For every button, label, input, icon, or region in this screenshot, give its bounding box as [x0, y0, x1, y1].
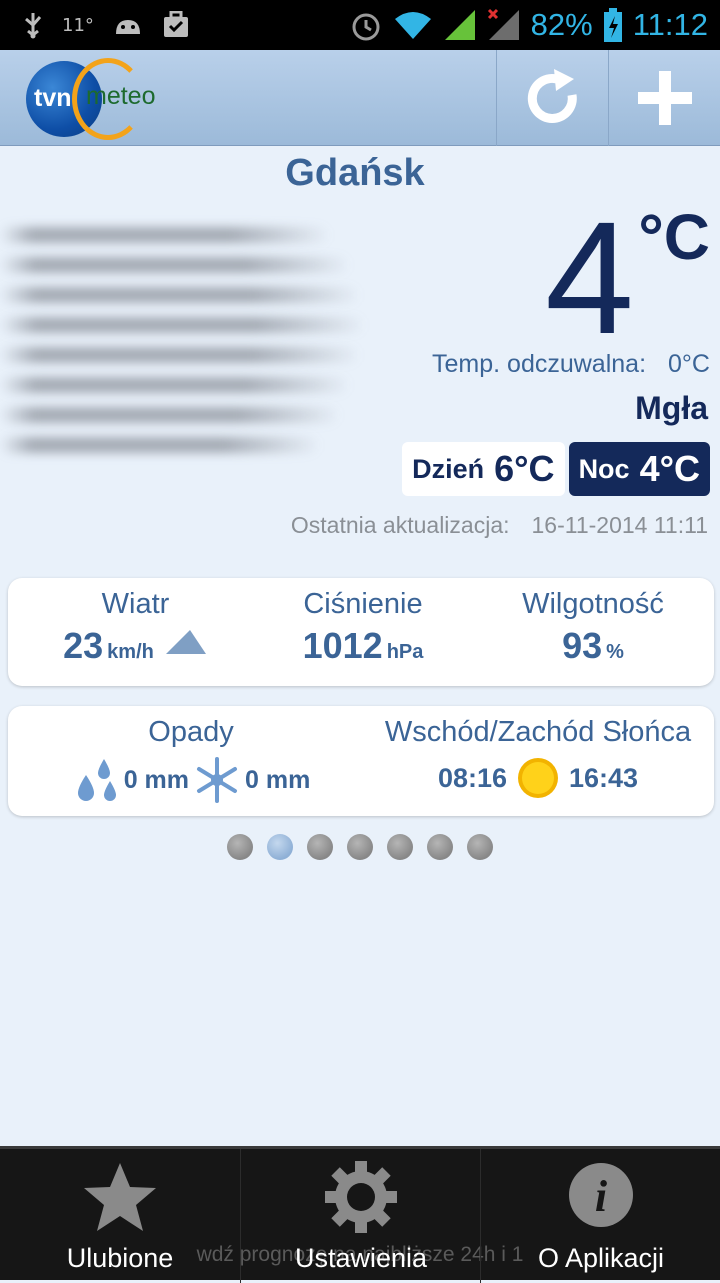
wind-title: Wiatr [101, 588, 170, 620]
signal-x-icon [487, 8, 519, 40]
status-bar: 11° 82% 11:12 [0, 0, 720, 50]
page-indicator [0, 834, 720, 860]
day-night-temps: Dzień 6°C Noc 4°C [402, 442, 710, 496]
battery-charging-icon [603, 8, 622, 42]
humidity-value: 93 [562, 625, 603, 666]
sun-column: Wschód/Zachód Słońca 08:16 16:43 [358, 706, 718, 801]
fog-icon [0, 205, 380, 485]
current-temperature: 4 [545, 188, 634, 367]
day-label: Dzień [412, 453, 485, 484]
pressure-column: Ciśnienie 1012 hPa [248, 578, 478, 667]
temperature-unit: °C [638, 201, 710, 273]
action-bar: tvn meteo [0, 50, 720, 146]
refresh-icon [527, 69, 577, 123]
pressure-value: 1012 [302, 625, 383, 666]
wind-column: Wiatr 23 km/h [8, 578, 263, 667]
snow-icon [197, 757, 237, 803]
day-value: 6°C [494, 448, 555, 489]
weather-condition: Mgła [635, 390, 708, 426]
briefcase-icon [163, 11, 188, 37]
android-icon [115, 20, 140, 34]
sunset-time: 16:43 [569, 762, 639, 793]
settings-button[interactable]: Ustawienia [240, 1149, 480, 1283]
wind-direction-icon [165, 630, 206, 654]
page-dot[interactable] [307, 834, 333, 860]
pressure-value-row: 1012 hPa [248, 625, 478, 667]
star-icon [84, 1163, 156, 1231]
humidity-column: Wilgotność 93 % [478, 578, 708, 667]
precip-title: Opady [148, 716, 234, 748]
favorites-button[interactable]: Ulubione [0, 1149, 240, 1283]
extras-card: Opady 0 mm 0 mm Wschód/Zachód Słońca 08:… [8, 706, 714, 816]
page-dot[interactable] [427, 834, 453, 860]
last-update: Ostatnia aktualizacja: 16-11-2014 11:11 [291, 512, 708, 539]
rain-value: 0 mm [123, 765, 189, 794]
humidity-title: Wilgotność [522, 588, 664, 620]
details-card: Wiatr 23 km/h Ciśnienie 1012 hPa Wilgotn… [8, 578, 714, 686]
clock: 11:12 [632, 7, 708, 42]
usb-icon [25, 13, 42, 39]
add-city-button[interactable] [608, 50, 720, 146]
page-dot[interactable] [227, 834, 253, 860]
sun-icon [518, 758, 558, 798]
feels-like: Temp. odczuwalna: 0°C [432, 350, 710, 379]
last-update-value: 16-11-2014 11:11 [531, 512, 708, 538]
alarm-icon [352, 13, 380, 41]
logo-tvn: tvn [34, 84, 72, 112]
tvn-meteo-logo: tvn meteo [26, 58, 176, 140]
page-dot[interactable] [387, 834, 413, 860]
humidity-unit: % [606, 641, 624, 663]
feels-like-value: 0°C [668, 350, 710, 378]
about-label: O Aplikacji [537, 1243, 665, 1273]
wind-value-row: 23 km/h [8, 625, 263, 667]
last-update-label: Ostatnia aktualizacja: [290, 512, 510, 538]
sun-title: Wschód/Zachód Słońca [384, 716, 692, 748]
sunrise-time: 08:16 [437, 762, 507, 793]
sun-row: 08:16 16:43 [358, 755, 718, 801]
rain-icon [77, 759, 116, 801]
day-temp-box: Dzień 6°C [402, 442, 565, 496]
notification-temp: 11° [62, 14, 94, 36]
refresh-button[interactable] [496, 50, 608, 146]
logo-meteo: meteo [86, 82, 156, 110]
settings-label: Ustawienia [294, 1243, 428, 1273]
page-dot[interactable] [347, 834, 373, 860]
wind-value: 23 [63, 625, 104, 666]
snow-value: 0 mm [245, 765, 311, 794]
svg-text:i: i [595, 1172, 608, 1221]
favorites-label: Ulubione [66, 1243, 174, 1273]
night-temp-box: Noc 4°C [568, 442, 710, 496]
precipitation-column: Opady 0 mm 0 mm [8, 706, 374, 805]
plus-icon [637, 71, 692, 125]
battery-percent: 82% [530, 7, 593, 42]
page-dot[interactable] [467, 834, 493, 860]
bottom-navigation: wdź prognozę na najbliższe 24h i 1 Ulubi… [0, 1146, 720, 1283]
night-label: Noc [578, 453, 630, 484]
precip-row: 0 mm 0 mm [8, 755, 374, 805]
night-value: 4°C [639, 448, 700, 489]
humidity-value-row: 93 % [478, 625, 708, 667]
info-icon: i [569, 1163, 633, 1227]
gear-icon [325, 1161, 397, 1233]
pressure-unit: hPa [386, 641, 424, 663]
page-dot-active[interactable] [267, 834, 293, 860]
signal-icon [444, 10, 475, 40]
feels-like-label: Temp. odczuwalna: [432, 350, 647, 378]
wifi-icon [394, 12, 431, 39]
pressure-title: Ciśnienie [303, 588, 423, 620]
wind-unit: km/h [107, 641, 154, 663]
about-button[interactable]: i O Aplikacji [480, 1149, 720, 1283]
